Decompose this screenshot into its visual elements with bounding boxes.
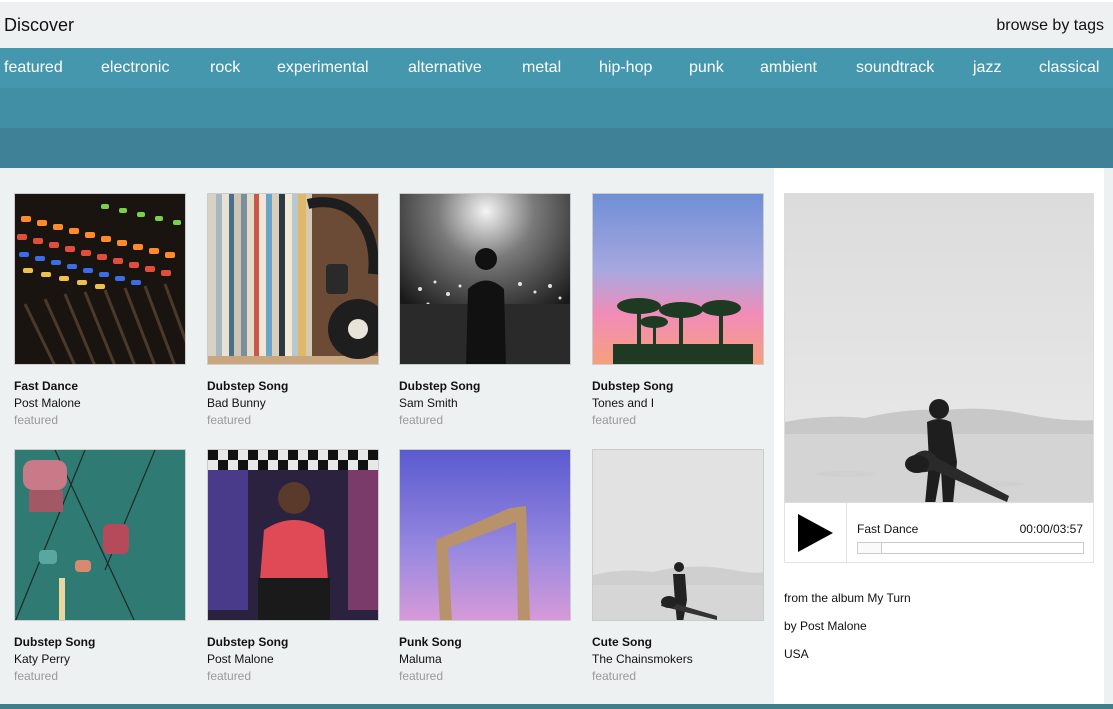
song-grid: Fast Dance Post Malone featured Dubstep … <box>0 168 774 704</box>
song-title: Dubstep Song <box>592 379 674 393</box>
artist-name: Sam Smith <box>399 396 458 410</box>
album-cover-concert-crowd <box>399 193 571 365</box>
album-cover-dubai-frame <box>399 449 571 621</box>
artist-name: Tones and I <box>592 396 655 410</box>
tag-hip-hop[interactable]: hip-hop <box>599 59 652 77</box>
song-tag: featured <box>14 669 59 683</box>
song-title: Dubstep Song <box>207 379 289 393</box>
playback-time: 00:00/03:57 <box>1019 522 1083 536</box>
album-cover-gondola-ride <box>14 449 186 621</box>
artist-name: Post Malone <box>14 396 81 410</box>
artist-name: The Chainsmokers <box>592 652 693 666</box>
now-playing-cover <box>784 193 1094 503</box>
tag-featured[interactable]: featured <box>4 59 63 77</box>
play-button[interactable] <box>785 503 847 562</box>
song-card[interactable]: Punk Song Maluma featured <box>399 449 571 683</box>
song-title: Dubstep Song <box>14 635 96 649</box>
tag-jazz[interactable]: jazz <box>973 59 1001 77</box>
song-tag: featured <box>399 669 444 683</box>
song-tag: featured <box>207 669 252 683</box>
top-header: Discover browse by tags <box>0 0 1113 48</box>
tag-experimental[interactable]: experimental <box>277 59 369 77</box>
song-title: Punk Song <box>399 635 462 649</box>
tag-punk[interactable]: punk <box>689 59 724 77</box>
tag-alternative[interactable]: alternative <box>408 59 482 77</box>
song-title: Dubstep Song <box>207 635 289 649</box>
song-card[interactable]: Fast Dance Post Malone featured <box>14 193 186 427</box>
tag-electronic[interactable]: electronic <box>101 59 169 77</box>
banner-band-lower <box>0 128 1113 168</box>
browse-by-tags-link[interactable]: browse by tags <box>996 17 1104 35</box>
tag-ambient[interactable]: ambient <box>760 59 817 77</box>
tag-classical[interactable]: classical <box>1039 59 1099 77</box>
progress-bar[interactable] <box>857 542 1084 554</box>
country-info: USA <box>784 647 809 661</box>
play-icon <box>798 514 833 552</box>
tag-metal[interactable]: metal <box>522 59 561 77</box>
footer-bar <box>0 704 1113 709</box>
song-card[interactable]: Dubstep Song Katy Perry featured <box>14 449 186 683</box>
album-cover-rapper-graffiti <box>207 449 379 621</box>
now-playing-title: Fast Dance <box>857 522 919 536</box>
song-card[interactable]: Dubstep Song Bad Bunny featured <box>207 193 379 427</box>
artist-name: Post Malone <box>207 652 274 666</box>
song-tag: featured <box>14 413 59 427</box>
audio-player: Fast Dance 00:00/03:57 <box>784 503 1094 563</box>
artist-name: Bad Bunny <box>207 396 266 410</box>
tag-navigation-bar: featured electronic rock experimental al… <box>0 48 1113 88</box>
tag-soundtrack[interactable]: soundtrack <box>856 59 934 77</box>
song-title: Dubstep Song <box>399 379 481 393</box>
song-tag: featured <box>207 413 252 427</box>
album-cover-vinyl-records-headphones <box>207 193 379 365</box>
song-tag: featured <box>592 669 637 683</box>
artist-info: by Post Malone <box>784 619 867 633</box>
album-cover-palm-trees-sunset <box>592 193 764 365</box>
album-info: from the album My Turn <box>784 591 911 605</box>
song-title: Cute Song <box>592 635 652 649</box>
album-cover-guitarist-desert <box>592 449 764 621</box>
song-card[interactable]: Dubstep Song Sam Smith featured <box>399 193 571 427</box>
album-cover-mixer-board <box>14 193 186 365</box>
artist-name: Maluma <box>399 652 442 666</box>
page-title: Discover <box>4 15 75 35</box>
right-scroll-gutter <box>1104 168 1113 704</box>
song-title: Fast Dance <box>14 379 79 393</box>
song-card[interactable]: Dubstep Song Post Malone featured <box>207 449 379 683</box>
song-card[interactable]: Cute Song The Chainsmokers featured <box>592 449 764 683</box>
song-tag: featured <box>399 413 444 427</box>
now-playing-panel: Fast Dance 00:00/03:57 from the album My… <box>774 168 1104 704</box>
artist-name: Katy Perry <box>14 652 71 666</box>
banner-band <box>0 88 1113 128</box>
song-tag: featured <box>592 413 637 427</box>
tag-rock[interactable]: rock <box>210 59 240 77</box>
progress-handle[interactable] <box>858 543 882 553</box>
song-card[interactable]: Dubstep Song Tones and I featured <box>592 193 764 427</box>
